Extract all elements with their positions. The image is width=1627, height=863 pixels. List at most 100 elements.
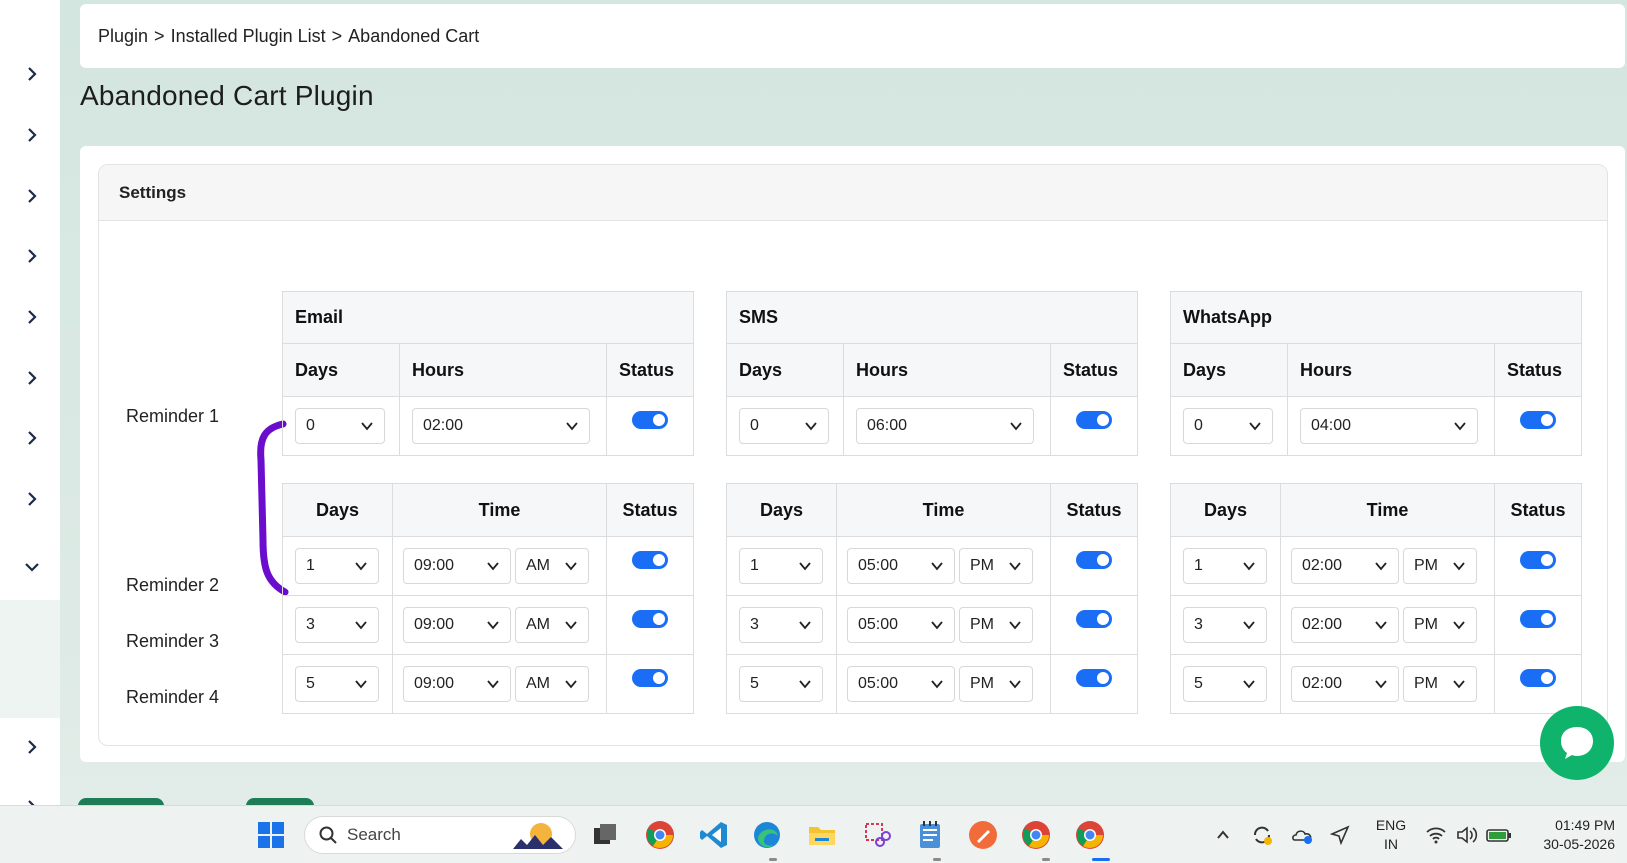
vscode-icon[interactable] [697,818,731,852]
days-select[interactable]: 3 [295,607,379,643]
days-select[interactable]: 3 [1183,607,1267,643]
sidebar-chevron-right-icon[interactable] [22,368,42,388]
volume-icon[interactable] [1450,818,1484,852]
days-select[interactable]: 5 [1183,666,1267,702]
days-select[interactable]: 0 [739,408,829,444]
ampm-select[interactable]: PM [959,666,1033,702]
hours-select[interactable]: 04:00 [1300,408,1478,444]
time-select[interactable]: 02:00 [1291,607,1399,643]
breadcrumb-item-plugin[interactable]: Plugin [98,26,148,47]
system-clock[interactable]: 01:49 PM 30-05-2026 [1525,816,1615,854]
sidebar-chevron-down-icon[interactable] [22,557,42,577]
time-select[interactable]: 02:00 [1291,666,1399,702]
ampm-value: PM [970,675,994,692]
ampm-select[interactable]: PM [1403,607,1477,643]
windows-start-icon[interactable] [254,818,288,852]
status-toggle[interactable] [1076,610,1112,628]
status-toggle[interactable] [1520,669,1556,687]
reminder-4-row: 5 02:00 PM [1170,654,1582,714]
chat-support-button[interactable] [1540,706,1614,780]
sidebar-chevron-right-icon[interactable] [22,489,42,509]
edge-icon[interactable] [750,818,784,852]
ampm-select[interactable]: AM [515,666,589,702]
taskbar: Search ENG IN 01:49 PM 30-05-2026 [0,805,1627,863]
status-toggle[interactable] [632,610,668,628]
hours-select[interactable]: 02:00 [412,408,590,444]
time-select[interactable]: 05:00 [847,607,955,643]
status-toggle[interactable] [632,669,668,687]
status-toggle[interactable] [1520,610,1556,628]
hours-value: 06:00 [867,417,908,434]
chrome-icon[interactable] [643,818,677,852]
time-select[interactable]: 02:00 [1291,548,1399,584]
time-select[interactable]: 05:00 [847,666,955,702]
chrome-active-icon[interactable] [1073,818,1107,852]
sidebar-chevron-right-icon[interactable] [22,246,42,266]
days-select[interactable]: 1 [739,548,823,584]
channel-group-sms: SMS Days Hours Status 0 06:00 Days Time Status 1 0… [726,291,1138,714]
sidebar-chevron-right-icon[interactable] [22,186,42,206]
snipping-tool-icon[interactable] [860,818,894,852]
wifi-icon[interactable] [1419,818,1453,852]
task-view-icon[interactable] [588,818,622,852]
ampm-value: AM [526,616,550,633]
time-select[interactable]: 09:00 [403,607,511,643]
hours-select[interactable]: 06:00 [856,408,1034,444]
chevron-down-icon [565,680,577,689]
breadcrumb-item-installed-plugin-list[interactable]: Installed Plugin List [171,26,326,47]
days-select[interactable]: 1 [1183,548,1267,584]
status-toggle[interactable] [632,551,668,569]
ampm-select[interactable]: PM [1403,548,1477,584]
ampm-select[interactable]: PM [959,548,1033,584]
breadcrumb-separator: > [331,25,343,46]
chrome-profile-icon[interactable] [1019,818,1053,852]
ampm-value: PM [970,557,994,574]
reminder-2-row: 1 09:00 AM [282,536,694,596]
days-select[interactable]: 0 [295,408,385,444]
language-indicator[interactable]: ENG IN [1371,816,1411,854]
status-toggle[interactable] [1076,411,1112,429]
taskbar-search-input[interactable]: Search [304,816,576,854]
chevron-down-icon [931,562,943,571]
days-select[interactable]: 3 [739,607,823,643]
location-icon[interactable] [1323,818,1357,852]
time-select[interactable]: 09:00 [403,666,511,702]
postman-icon[interactable] [966,818,1000,852]
time-select[interactable]: 05:00 [847,548,955,584]
reminders-2-4-table: Days Time Status 1 09:00 AM 3 09:00 AM 5 09:00 AM [282,483,694,714]
sidebar-chevron-right-icon[interactable] [22,737,42,757]
file-explorer-icon[interactable] [805,818,839,852]
status-toggle[interactable] [1520,551,1556,569]
days-select[interactable]: 1 [295,548,379,584]
ampm-select[interactable]: AM [515,548,589,584]
notepad-icon[interactable] [913,818,947,852]
sidebar-chevron-right-icon[interactable] [22,307,42,327]
ampm-select[interactable]: AM [515,607,589,643]
breadcrumb-separator: > [154,25,165,46]
battery-icon[interactable] [1482,818,1516,852]
ampm-value: AM [526,675,550,692]
status-toggle[interactable] [1076,551,1112,569]
sidebar-chevron-right-icon[interactable] [22,428,42,448]
chevron-down-icon [361,422,373,431]
sidebar-chevron-right-icon[interactable] [22,125,42,145]
hours-header: Hours [1287,343,1495,397]
status-toggle[interactable] [1520,411,1556,429]
reminder-3-label: Reminder 3 [126,631,220,651]
onedrive-icon[interactable] [1286,818,1320,852]
status-toggle[interactable] [632,411,668,429]
sync-icon[interactable] [1245,818,1279,852]
days-select[interactable]: 0 [1183,408,1273,444]
chevron-down-icon [1243,680,1255,689]
ampm-select[interactable]: PM [1403,666,1477,702]
time-select[interactable]: 09:00 [403,548,511,584]
days-select[interactable]: 5 [295,666,379,702]
chevron-down-icon [566,422,578,431]
chevron-up-icon[interactable] [1206,818,1240,852]
status-toggle[interactable] [1076,669,1112,687]
sidebar-chevron-right-icon[interactable] [22,64,42,84]
days-select[interactable]: 5 [739,666,823,702]
time-value: 05:00 [858,675,899,692]
time-value: 02:00 [1302,557,1343,574]
ampm-select[interactable]: PM [959,607,1033,643]
